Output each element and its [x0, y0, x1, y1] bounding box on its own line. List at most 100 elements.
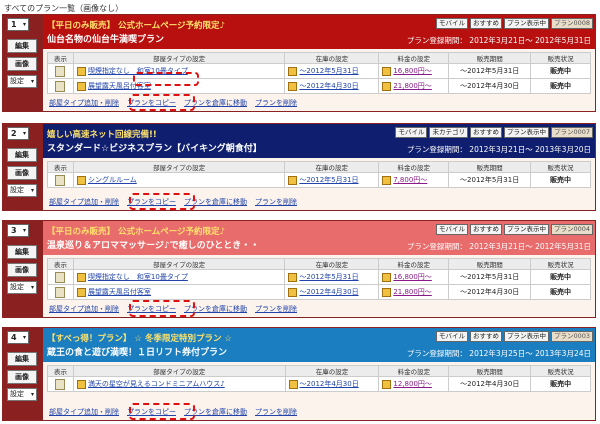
room-link[interactable]: 展望露天風呂付客室	[88, 288, 151, 296]
plan-subtitle: 【平日のみ販売】 公式ホームページ予約限定♪	[47, 227, 225, 237]
copy-highlight	[133, 72, 199, 86]
preview-icon[interactable]	[55, 174, 66, 186]
order-select[interactable]: 4 ▾	[7, 331, 29, 344]
stock-link[interactable]: ～2012年4月30日	[299, 82, 358, 90]
stock-link[interactable]: ～2012年4月30日	[299, 288, 358, 296]
sales-period: ～2012年5月31日	[448, 269, 532, 285]
preview-icon[interactable]	[55, 378, 66, 390]
settings-label: 設定	[10, 77, 24, 85]
col-price: 料金の設定	[378, 365, 450, 377]
col-status: 販売状況	[530, 258, 591, 270]
plan-period: プラン登録期間： 2012年3月21日～ 2012年5月31日	[406, 242, 591, 251]
settings-label: 設定	[10, 186, 24, 194]
settings-select[interactable]: 設定 ▾	[7, 281, 37, 294]
price-link[interactable]: 16,800円～	[393, 67, 432, 75]
chevron-down-icon: ▾	[30, 78, 34, 85]
image-button[interactable]: 画像	[7, 263, 37, 277]
preview-icon[interactable]	[55, 271, 66, 283]
plan-subtitle: 嬉しい高速ネット回線完備!!	[47, 130, 157, 140]
delete-plan-link[interactable]: プランを削除	[255, 197, 297, 207]
settings-label: 設定	[10, 390, 24, 398]
price-link[interactable]: 21,800円～	[393, 82, 432, 90]
preview-icon[interactable]	[55, 80, 66, 92]
preview-icon[interactable]	[55, 286, 66, 298]
add-room-link[interactable]: 部屋タイプ追加・削除	[49, 98, 119, 108]
delete-plan-link[interactable]: プランを削除	[255, 304, 297, 314]
plan-id-tag: プラン0008	[550, 18, 593, 29]
plan-id-tag: プラン0003	[550, 331, 593, 342]
col-display: 表示	[47, 258, 74, 270]
col-price: 料金の設定	[378, 52, 450, 64]
plan-period: プラン登録期間： 2012年3月21日～ 2012年5月31日	[406, 36, 591, 45]
edit-icon	[76, 66, 86, 76]
col-price: 料金の設定	[378, 161, 450, 173]
image-button[interactable]: 画像	[7, 57, 37, 71]
order-select[interactable]: 2 ▾	[7, 127, 29, 140]
price-link[interactable]: 21,800円～	[393, 288, 432, 296]
plan-name[interactable]: 仙台名物の仙台牛満喫プラン	[47, 32, 164, 45]
col-display: 表示	[47, 161, 74, 173]
col-room: 部屋タイプの設定	[72, 365, 286, 377]
settings-select[interactable]: 設定 ▾	[7, 388, 37, 401]
plan-card: 4 ▾ 編集 画像 設定 ▾ 【すべっ得！プラン】 ☆ 冬季限定特別プラン ☆ 蔵王…	[2, 327, 596, 421]
order-value: 4	[11, 333, 17, 342]
sales-period: ～2012年4月30日	[448, 284, 532, 300]
table-row: 展望露天風呂付客室 ～2012年4月30日 21,800円～ ～2012年4月3…	[47, 78, 591, 94]
room-link[interactable]: 満天の星空が見えるコンドミニアムハウス♪	[88, 380, 225, 388]
preview-icon[interactable]	[55, 65, 66, 77]
plan-period: プラン登録期間： 2012年3月21日～ 2013年3月20日	[406, 145, 591, 154]
col-status: 販売状況	[530, 161, 591, 173]
edit-button[interactable]: 編集	[7, 352, 37, 366]
mobile-tag: モバイル	[435, 18, 468, 29]
edit-button[interactable]: 編集	[7, 148, 37, 162]
add-room-link[interactable]: 部屋タイプ追加・削除	[49, 407, 119, 417]
sales-period: ～2012年4月30日	[448, 376, 532, 392]
stock-link[interactable]: ～2012年5月31日	[299, 176, 358, 184]
edit-icon	[382, 66, 392, 76]
col-stock: 在庫の設定	[284, 52, 380, 64]
plan-name[interactable]: 温泉巡り＆アロママッサージ♪で癒しのひととき・・	[47, 238, 259, 251]
plan-header: 【平日のみ販売】 公式ホームページ予約限定♪ 温泉巡り＆アロママッサージ♪で癒し…	[43, 221, 595, 255]
settings-select[interactable]: 設定 ▾	[7, 75, 37, 88]
delete-plan-link[interactable]: プランを削除	[255, 98, 297, 108]
edit-button[interactable]: 編集	[7, 245, 37, 259]
edit-icon	[76, 287, 86, 297]
settings-select[interactable]: 設定 ▾	[7, 184, 37, 197]
room-link[interactable]: シングルルーム	[88, 176, 137, 184]
price-link[interactable]: 12,800円～	[393, 380, 432, 388]
price-link[interactable]: 7,800円～	[393, 176, 427, 184]
image-button[interactable]: 画像	[7, 166, 37, 180]
status-badge: 販売中	[530, 172, 591, 188]
order-select[interactable]: 3 ▾	[7, 224, 29, 237]
order-value: 2	[11, 129, 17, 138]
edit-icon	[288, 379, 298, 389]
order-select[interactable]: 1 ▾	[7, 18, 29, 31]
mobile-tag: モバイル	[435, 331, 468, 342]
plan-body: 表示 部屋タイプの設定 在庫の設定 料金の設定 販売期間 販売状況 シングルルー…	[43, 158, 595, 210]
plan-body: 表示 部屋タイプの設定 在庫の設定 料金の設定 販売期間 販売状況 満天の星空が…	[43, 362, 595, 420]
edit-button[interactable]: 編集	[7, 39, 37, 53]
stock-link[interactable]: ～2012年5月31日	[299, 273, 358, 281]
plan-tags: モバイル おすすめ プラン表示中 プラン0008	[435, 18, 593, 29]
chevron-down-icon: ▾	[22, 130, 26, 137]
page-title: すべてのプラン一覧（画像なし）	[4, 4, 124, 13]
room-link[interactable]: 喫煙指定なし 和室10畳タイプ	[88, 273, 188, 281]
stock-link[interactable]: ～2012年5月31日	[299, 67, 358, 75]
edit-icon	[288, 81, 298, 91]
plan-id-tag: プラン0007	[550, 127, 593, 138]
add-room-link[interactable]: 部屋タイプ追加・削除	[49, 197, 119, 207]
edit-icon	[76, 175, 86, 185]
add-room-link[interactable]: 部屋タイプ追加・削除	[49, 304, 119, 314]
edit-icon	[382, 175, 392, 185]
plan-name[interactable]: 蔵王の食と遊び満喫！１日リフト券付プラン	[47, 345, 227, 358]
table-row: 満天の星空が見えるコンドミニアムハウス♪ ～2012年4月30日 12,800円…	[47, 376, 591, 392]
sales-period: ～2012年5月31日	[448, 63, 532, 79]
stock-link[interactable]: ～2012年4月30日	[300, 380, 359, 388]
plan-name[interactable]: スタンダード☆ビジネスプラン【バイキング朝食付】	[47, 141, 262, 154]
plan-sidebar: 2 ▾ 編集 画像 設定 ▾	[3, 124, 43, 210]
price-link[interactable]: 16,800円～	[393, 273, 432, 281]
delete-plan-link[interactable]: プランを削除	[255, 407, 297, 417]
image-button[interactable]: 画像	[7, 370, 37, 384]
edit-icon	[76, 379, 86, 389]
display-tag: プラン表示中	[503, 331, 549, 342]
